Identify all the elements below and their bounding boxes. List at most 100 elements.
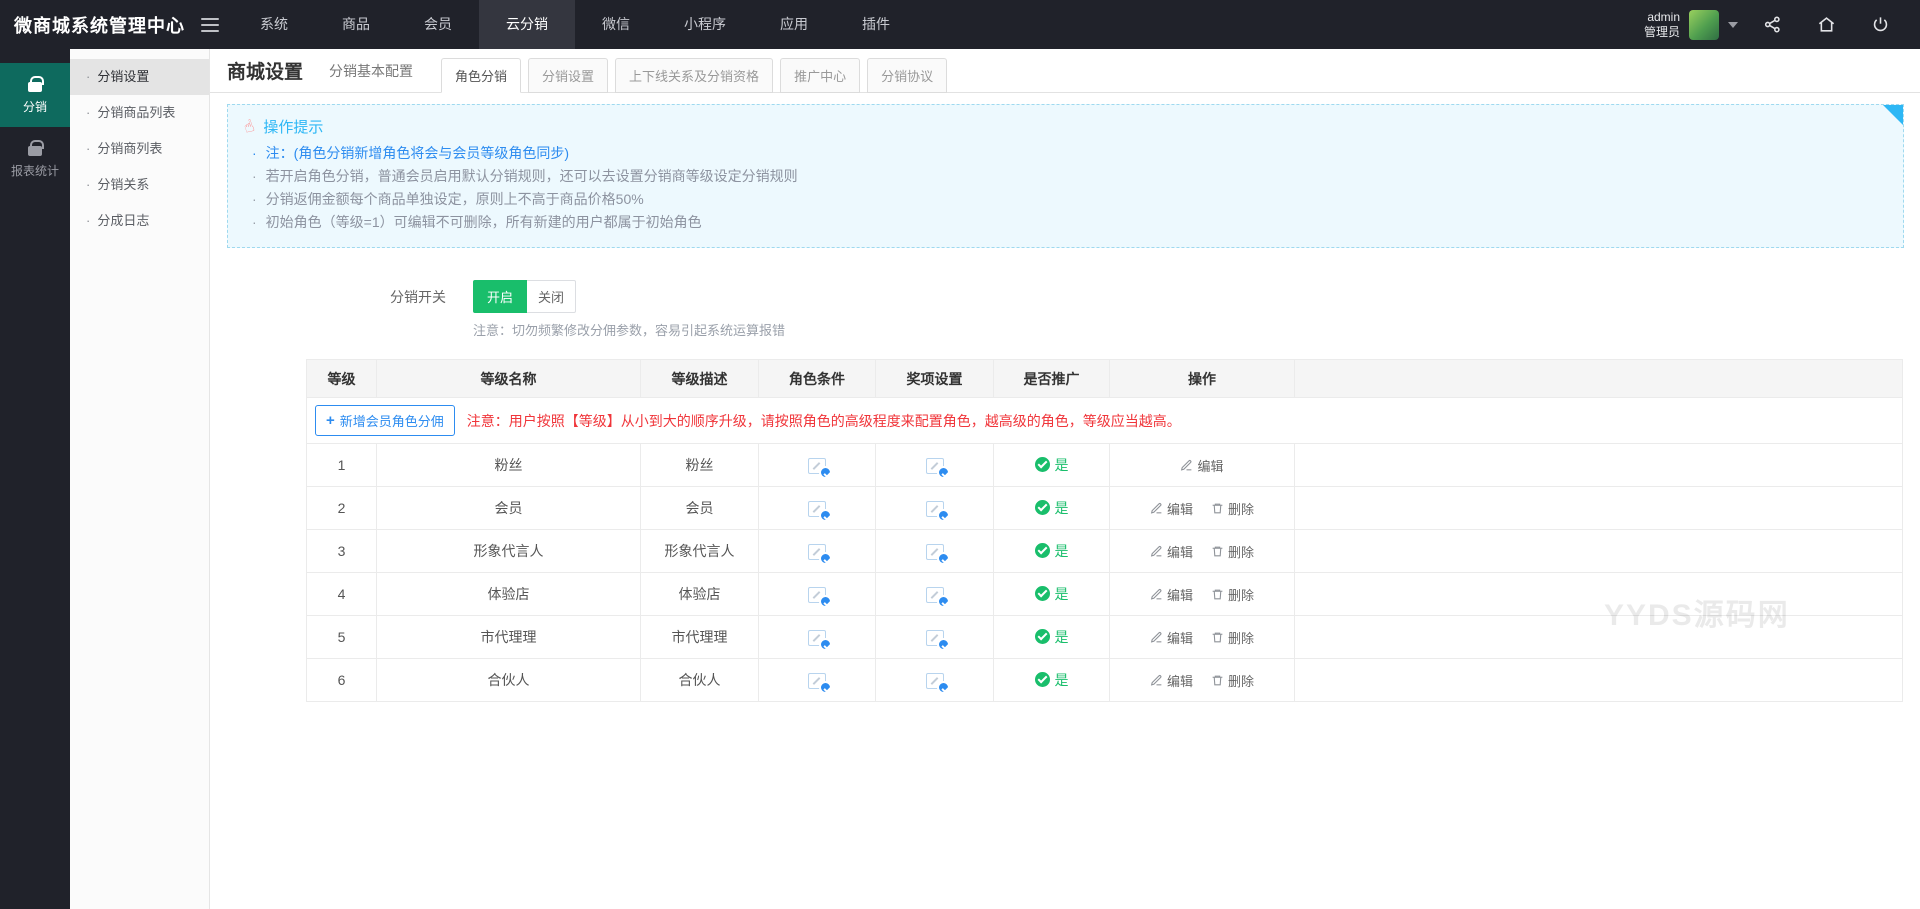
delete-button[interactable]: 删除 — [1211, 671, 1254, 690]
delete-button[interactable]: 删除 — [1211, 628, 1254, 647]
promote-yes-badge: 是 — [1034, 627, 1069, 647]
top-menu-miniprogram[interactable]: 小程序 — [657, 0, 753, 49]
user-menu[interactable]: admin 管理员 — [1643, 9, 1738, 40]
add-role-row: + 新增会员角色分佣 注意：用户按照【等级】从小到大的顺序升级，请按照角色的高级… — [306, 397, 1903, 444]
edit-button[interactable]: 编辑 — [1150, 585, 1193, 604]
pencil-icon — [1150, 588, 1162, 600]
tip-line: 若开启角色分销，普通会员启用默认分销规则，还可以去设置分销商等级设定分销规则 — [244, 165, 1887, 188]
user-role: 管理员 — [1643, 24, 1680, 39]
rail-item-distribution[interactable]: 分销 — [0, 63, 70, 127]
delete-button[interactable]: 删除 — [1211, 499, 1254, 518]
role-condition-checkbox-icon[interactable] — [808, 543, 832, 565]
sidebar-item-distribution-settings[interactable]: 分销设置 — [70, 59, 209, 95]
tip-line: 初始角色（等级=1）可编辑不可删除，所有新建的用户都属于初始角色 — [244, 211, 1887, 234]
role-condition-checkbox-icon[interactable] — [808, 672, 832, 694]
tips-title: 操作提示 — [263, 119, 324, 136]
col-actions: 操作 — [1109, 359, 1295, 398]
role-condition-checkbox-icon[interactable] — [808, 457, 832, 479]
tab-bar: 角色分销 分销设置 上下线关系及分销资格 推广中心 分销协议 — [441, 58, 948, 93]
sidebar-item-commission-log[interactable]: 分成日志 — [70, 203, 209, 239]
table-row: 1 粉丝 粉丝 是 编辑 — [306, 443, 1903, 487]
cell-name: 市代理理 — [376, 615, 641, 659]
role-condition-checkbox-icon[interactable] — [808, 629, 832, 651]
rail-item-reports[interactable]: 报表统计 — [0, 127, 70, 191]
col-is-promote: 是否推广 — [993, 359, 1110, 398]
cell-level: 1 — [306, 443, 377, 487]
topbar-right: admin 管理员 — [1644, 0, 1920, 49]
top-menu-distribution[interactable]: 云分销 — [479, 0, 575, 49]
menu-toggle-icon[interactable] — [201, 17, 219, 32]
table-row: 3 形象代言人 形象代言人 是 编辑 删除 — [306, 529, 1903, 573]
switch-note: 注意：切勿频繁修改分佣参数，容易引起系统运算报错 — [473, 323, 786, 338]
top-menu-plugins[interactable]: 插件 — [835, 0, 917, 49]
edit-button[interactable]: 编辑 — [1150, 671, 1193, 690]
table-row: 2 会员 会员 是 编辑 删除 — [306, 486, 1903, 530]
reward-setting-checkbox-icon[interactable] — [925, 543, 950, 565]
delete-button[interactable]: 删除 — [1211, 542, 1254, 561]
sidebar-item-distributor-list[interactable]: 分销商列表 — [70, 131, 209, 167]
cell-desc: 形象代言人 — [640, 529, 759, 573]
top-menu: 系统 商品 会员 云分销 微信 小程序 应用 插件 — [233, 0, 917, 49]
reward-setting-checkbox-icon[interactable] — [925, 629, 950, 651]
switch-off-button[interactable]: 关闭 — [527, 280, 577, 313]
check-circle-icon — [1034, 457, 1050, 473]
rail-item-label: 报表统计 — [10, 164, 59, 178]
cell-desc: 会员 — [640, 486, 759, 530]
tab-basic-config[interactable]: 分销基本配置 — [329, 61, 413, 81]
cell-desc: 市代理理 — [640, 615, 759, 659]
reward-setting-checkbox-icon[interactable] — [925, 457, 950, 479]
promote-yes-badge: 是 — [1034, 584, 1069, 604]
tab-promotion-center[interactable]: 推广中心 — [780, 58, 861, 93]
tab-distribution-agreement[interactable]: 分销协议 — [867, 58, 948, 93]
chevron-down-icon — [1728, 21, 1738, 28]
col-reward-setting: 奖项设置 — [875, 359, 994, 398]
tab-updown-relations[interactable]: 上下线关系及分销资格 — [615, 58, 774, 93]
cell-desc: 体验店 — [640, 572, 759, 616]
check-circle-icon — [1034, 629, 1050, 645]
cell-name: 形象代言人 — [376, 529, 641, 573]
edit-button[interactable]: 编辑 — [1150, 628, 1193, 647]
reward-setting-checkbox-icon[interactable] — [925, 672, 950, 694]
sidebar-item-distribution-goods[interactable]: 分销商品列表 — [70, 95, 209, 131]
add-member-role-button[interactable]: + 新增会员角色分佣 — [315, 405, 455, 436]
tab-role-distribution[interactable]: 角色分销 — [441, 58, 522, 93]
role-condition-checkbox-icon[interactable] — [808, 586, 832, 608]
edit-button[interactable]: 编辑 — [1150, 499, 1193, 518]
top-menu-goods[interactable]: 商品 — [315, 0, 397, 49]
sidebar-item-distribution-relations[interactable]: 分销关系 — [70, 167, 209, 203]
trash-icon — [1212, 632, 1223, 642]
sidebar: 分销设置 分销商品列表 分销商列表 分销关系 分成日志 — [70, 49, 210, 909]
switch-on-button[interactable]: 开启 — [473, 280, 528, 313]
trash-icon — [1212, 546, 1223, 556]
page-title: 商城设置 — [227, 62, 304, 83]
home-icon[interactable] — [1806, 0, 1846, 49]
page-header: 商城设置 分销基本配置 角色分销 分销设置 上下线关系及分销资格 推广中心 分销… — [210, 49, 1920, 93]
top-menu-member[interactable]: 会员 — [397, 0, 479, 49]
tip-line: 注：(角色分销新增角色将会与会员等级角色同步) — [244, 142, 1887, 165]
topbar: 微商城系统管理中心 系统 商品 会员 云分销 微信 小程序 应用 插件 admi… — [0, 0, 1920, 49]
reward-setting-checkbox-icon[interactable] — [925, 586, 950, 608]
promote-yes-badge: 是 — [1034, 498, 1069, 518]
app-title: 微商城系统管理中心 — [14, 15, 185, 36]
reward-setting-checkbox-icon[interactable] — [925, 500, 950, 522]
plus-icon: + — [326, 412, 335, 429]
role-condition-checkbox-icon[interactable] — [808, 500, 832, 522]
power-icon[interactable] — [1860, 0, 1900, 49]
top-menu-wechat[interactable]: 微信 — [575, 0, 657, 49]
cell-level: 5 — [306, 615, 377, 659]
tab-distribution-settings[interactable]: 分销设置 — [528, 58, 609, 93]
top-menu-apps[interactable]: 应用 — [753, 0, 835, 49]
delete-button[interactable]: 删除 — [1211, 585, 1254, 604]
table-row: 6 合伙人 合伙人 是 编辑 删除 — [306, 658, 1903, 702]
cell-name: 粉丝 — [376, 443, 641, 487]
switch-segment: 开启 关闭 — [473, 280, 577, 313]
trash-icon — [1212, 503, 1223, 513]
edit-button[interactable]: 编辑 — [1150, 542, 1193, 561]
cell-desc: 合伙人 — [640, 658, 759, 702]
trash-icon — [1212, 589, 1223, 599]
share-network-icon[interactable] — [1752, 0, 1792, 49]
top-menu-system[interactable]: 系统 — [233, 0, 315, 49]
lock-icon — [28, 76, 44, 92]
col-level-name: 等级名称 — [376, 359, 641, 398]
edit-button[interactable]: 编辑 — [1180, 456, 1224, 475]
